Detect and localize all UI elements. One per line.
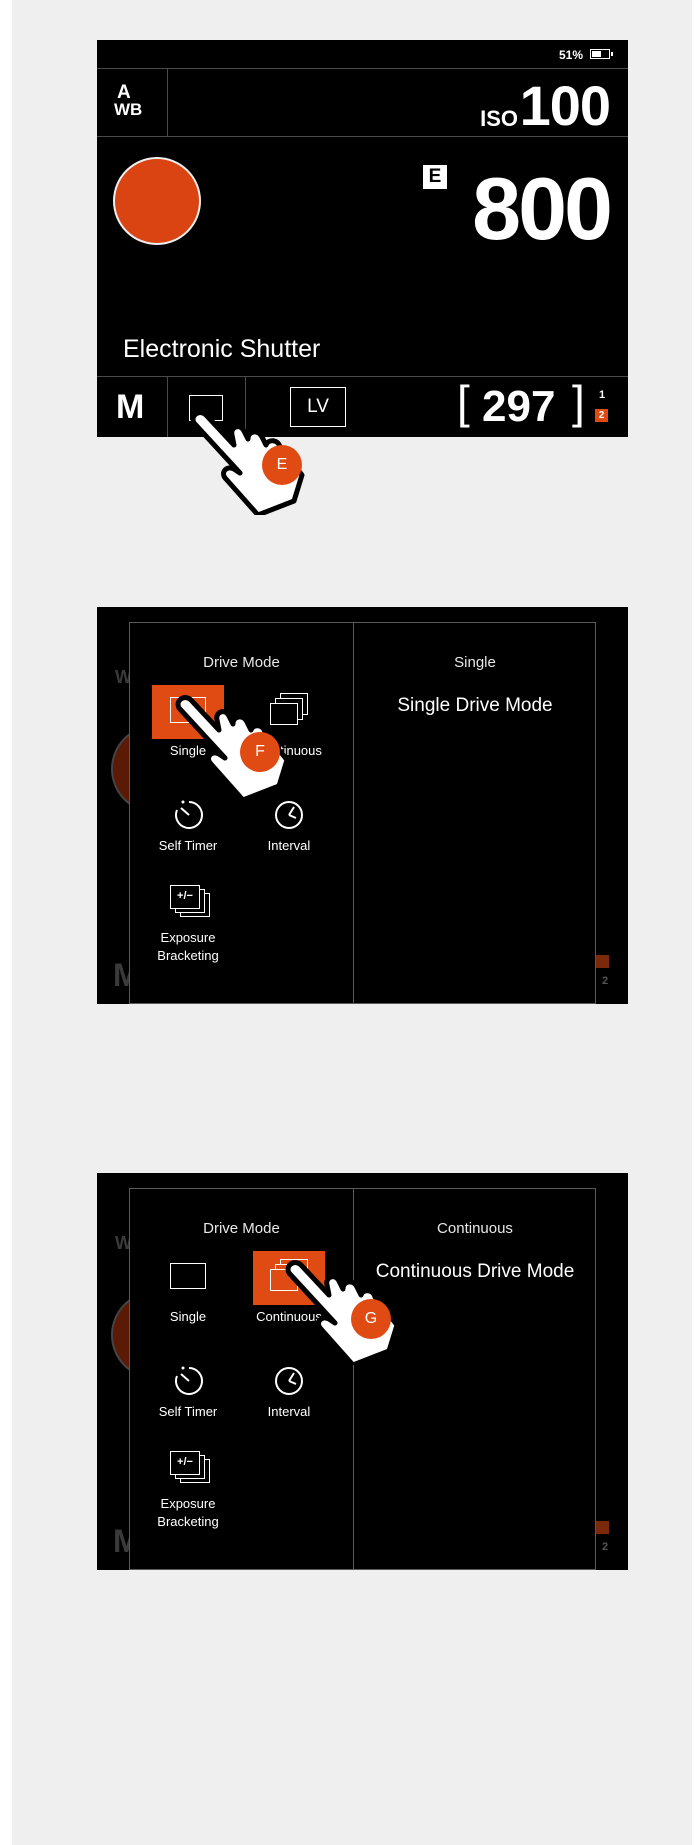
exposure-bracketing-icon[interactable]: +/− [170,885,212,919]
self-timer-icon[interactable] [172,798,206,832]
exposure-mode[interactable]: M [116,388,144,427]
bracket-open: [ [457,376,470,428]
dialog-right-title: Single [454,654,496,671]
dialog-left-title: Drive Mode [203,654,280,671]
iso-value[interactable]: 100 [520,73,611,138]
divider [167,68,168,136]
step-marker-g: G [351,1299,391,1339]
battery-icon [590,49,613,59]
divider [353,1189,354,1569]
single-icon[interactable] [170,1263,206,1289]
interval-icon[interactable] [272,798,306,832]
option-self-timer-label[interactable]: Self Timer [133,837,243,854]
record-button[interactable] [113,157,201,245]
mode-description: Single Drive Mode [397,695,553,716]
shots-remaining: 297 [482,382,556,431]
background-panel: 51% A WB ISO 100 E 800 Electronic Shutte… [12,0,692,1845]
shutter-mode-label: Electronic Shutter [123,335,321,363]
drive-mode-screen-continuous: W M 1 2 Drive Mode Continuous Continuous… [97,1173,628,1570]
divider [97,136,628,137]
exposure-bracketing-icon[interactable]: +/− [170,1451,212,1485]
electronic-shutter-badge: E [423,165,447,189]
option-interval-label[interactable]: Interval [234,837,344,854]
camera-home-screen: 51% A WB ISO 100 E 800 Electronic Shutte… [97,40,628,437]
battery-percent: 51% [558,48,583,62]
drive-mode-screen-single: W M 1 2 Drive Mode Single Single Drive M… [97,607,628,1004]
divider [97,68,628,69]
option-bracketing-label-2[interactable]: Bracketing [133,947,243,964]
ghost-card-2: 2 [602,975,609,987]
option-self-timer-label[interactable]: Self Timer [133,1403,243,1420]
card-slot-1: 1 [599,389,606,401]
ghost-card-1-badge [596,1521,609,1534]
bracket-close: ] [572,376,585,428]
dialog-right-title: Continuous [437,1220,513,1237]
dialog-left-title: Drive Mode [203,1220,280,1237]
shutter-speed-value[interactable]: 800 [472,158,613,260]
divider [167,376,168,437]
drive-mode-dialog: Drive Mode Continuous Continuous Drive M… [129,1188,596,1570]
ghost-card-2: 2 [602,1541,609,1553]
option-bracketing-label-2[interactable]: Bracketing [133,1513,243,1530]
option-single-label[interactable]: Single [133,1308,243,1325]
drive-mode-dialog: Drive Mode Single Single Drive Mode Sing… [129,622,596,1004]
interval-icon[interactable] [272,1364,306,1398]
step-marker-e: E [262,445,302,485]
divider [97,376,628,377]
step-marker-f: F [240,732,280,772]
hand-pointer-icon [190,410,305,515]
iso-label: ISO [480,106,518,131]
wb-label: WB [114,100,143,119]
option-bracketing-label-1[interactable]: Exposure [133,929,243,946]
option-interval-label[interactable]: Interval [234,1403,344,1420]
self-timer-icon[interactable] [172,1364,206,1398]
ghost-card-1-badge [596,955,609,968]
card-slot-2-active: 2 [595,409,608,422]
option-bracketing-label-1[interactable]: Exposure [133,1495,243,1512]
divider [353,623,354,1003]
